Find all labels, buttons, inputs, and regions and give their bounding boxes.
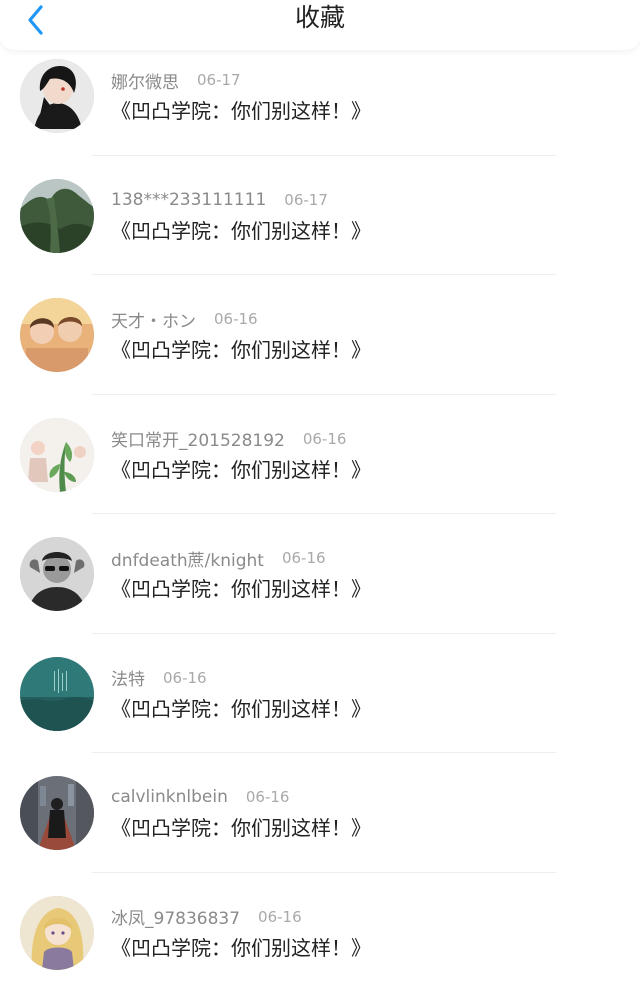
favorite-item[interactable]: 娜尔微思 06-17 《凹凸学院：你们别这样！》 <box>0 50 640 170</box>
post-title[interactable]: 《凹凸学院：你们别这样！》 <box>111 933 371 963</box>
divider <box>92 872 556 873</box>
post-title[interactable]: 《凹凸学院：你们别这样！》 <box>111 813 371 843</box>
favorite-item[interactable]: calvlinknlbein 06-16 《凹凸学院：你们别这样！》 <box>0 767 640 887</box>
divider <box>92 752 556 753</box>
username[interactable]: 138***233111111 <box>111 190 266 210</box>
avatar[interactable] <box>20 179 94 253</box>
username[interactable]: 天才・ホン <box>111 307 196 332</box>
username[interactable]: 冰凤_97836837 <box>111 904 240 929</box>
post-date: 06-16 <box>303 430 347 448</box>
item-meta: 笑口常开_201528192 06-16 <box>111 427 346 451</box>
page-title: 收藏 <box>0 0 640 36</box>
post-title[interactable]: 《凹凸学院：你们别这样！》 <box>111 574 371 604</box>
username[interactable]: 笑口常开_201528192 <box>111 426 285 451</box>
favorite-item[interactable]: 138***233111111 06-17 《凹凸学院：你们别这样！》 <box>0 170 640 290</box>
post-date: 06-16 <box>246 788 290 806</box>
favorite-item[interactable]: dnfdeath蔗/knight 06-16 《凹凸学院：你们别这样！》 <box>0 528 640 648</box>
divider <box>92 394 556 395</box>
avatar[interactable] <box>20 776 94 850</box>
post-date: 06-16 <box>163 669 207 687</box>
item-meta: 天才・ホン 06-16 <box>111 307 258 331</box>
post-date: 06-17 <box>197 71 241 89</box>
post-title[interactable]: 《凹凸学院：你们别这样！》 <box>111 216 371 246</box>
username[interactable]: 法特 <box>111 665 145 690</box>
avatar[interactable] <box>20 657 94 731</box>
divider <box>92 513 556 514</box>
username[interactable]: 娜尔微思 <box>111 68 179 93</box>
post-title[interactable]: 《凹凸学院：你们别这样！》 <box>111 455 371 485</box>
favorite-item[interactable]: 天才・ホン 06-16 《凹凸学院：你们别这样！》 <box>0 289 640 409</box>
favorites-list: 娜尔微思 06-17 《凹凸学院：你们别这样！》 138***233111111… <box>0 50 640 1006</box>
item-meta: 法特 06-16 <box>111 666 207 690</box>
post-date: 06-16 <box>214 310 258 328</box>
post-date: 06-16 <box>282 549 326 567</box>
item-meta: 138***233111111 06-17 <box>111 188 328 212</box>
post-title[interactable]: 《凹凸学院：你们别这样！》 <box>111 335 371 365</box>
post-date: 06-16 <box>258 908 302 926</box>
favorite-item[interactable]: 冰凤_97836837 06-16 《凹凸学院：你们别这样！》 <box>0 887 640 1006</box>
divider <box>92 274 556 275</box>
item-meta: 冰凤_97836837 06-16 <box>111 905 302 929</box>
post-title[interactable]: 《凹凸学院：你们别这样！》 <box>111 96 371 126</box>
post-title[interactable]: 《凹凸学院：你们别这样！》 <box>111 694 371 724</box>
post-date: 06-17 <box>284 191 328 209</box>
favorite-item[interactable]: 笑口常开_201528192 06-16 《凹凸学院：你们别这样！》 <box>0 409 640 529</box>
avatar[interactable] <box>20 298 94 372</box>
divider <box>92 155 556 156</box>
item-meta: 娜尔微思 06-17 <box>111 68 241 92</box>
divider <box>92 633 556 634</box>
avatar[interactable] <box>20 896 94 970</box>
avatar[interactable] <box>20 59 94 133</box>
favorite-item[interactable]: 法特 06-16 《凹凸学院：你们别这样！》 <box>0 648 640 768</box>
avatar[interactable] <box>20 418 94 492</box>
username[interactable]: dnfdeath蔗/knight <box>111 546 264 571</box>
username[interactable]: calvlinknlbein <box>111 787 228 807</box>
item-meta: calvlinknlbein 06-16 <box>111 785 289 809</box>
item-meta: dnfdeath蔗/knight 06-16 <box>111 546 326 570</box>
top-bar: 收藏 <box>0 0 640 50</box>
avatar[interactable] <box>20 537 94 611</box>
